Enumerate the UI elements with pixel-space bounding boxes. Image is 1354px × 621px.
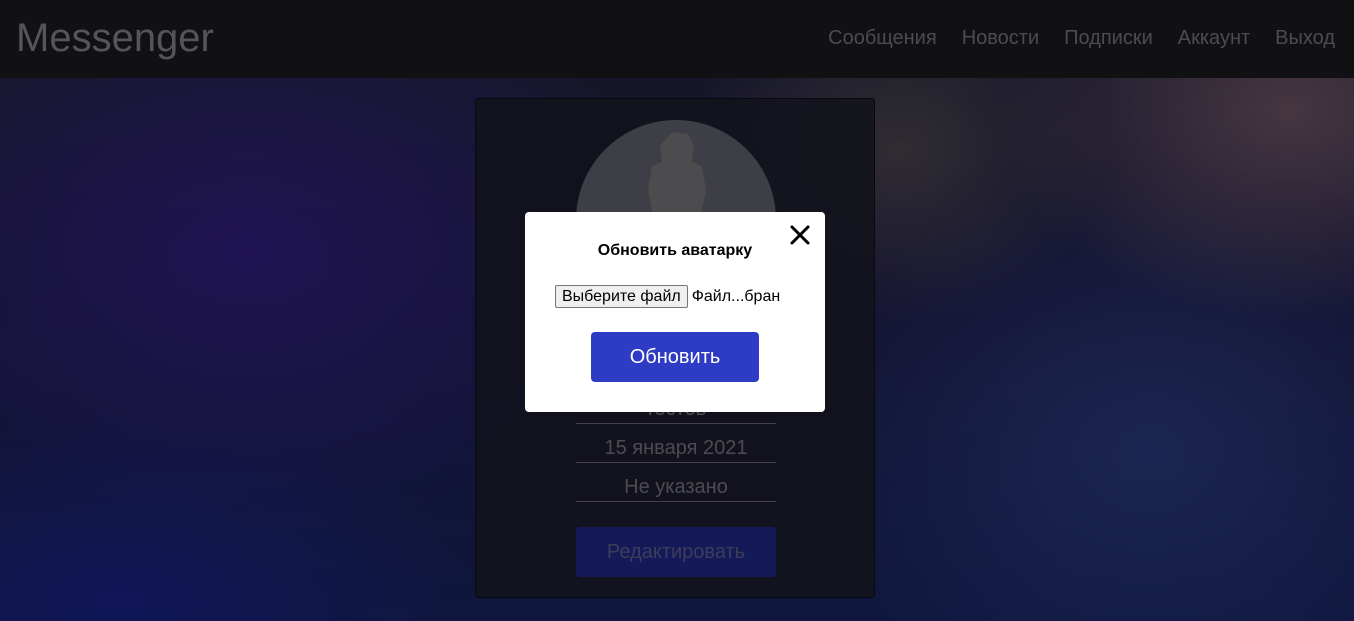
modal-title: Обновить аватарку <box>597 242 753 259</box>
choose-file-button[interactable]: Выберите файл <box>555 285 688 308</box>
file-input: Выберите файл Файл...бран <box>555 285 780 308</box>
update-avatar-modal: Обновить аватарку Выберите файл Файл...б… <box>525 212 825 412</box>
update-avatar-button[interactable]: Обновить <box>591 332 759 382</box>
file-status-text: Файл...бран <box>691 288 781 305</box>
